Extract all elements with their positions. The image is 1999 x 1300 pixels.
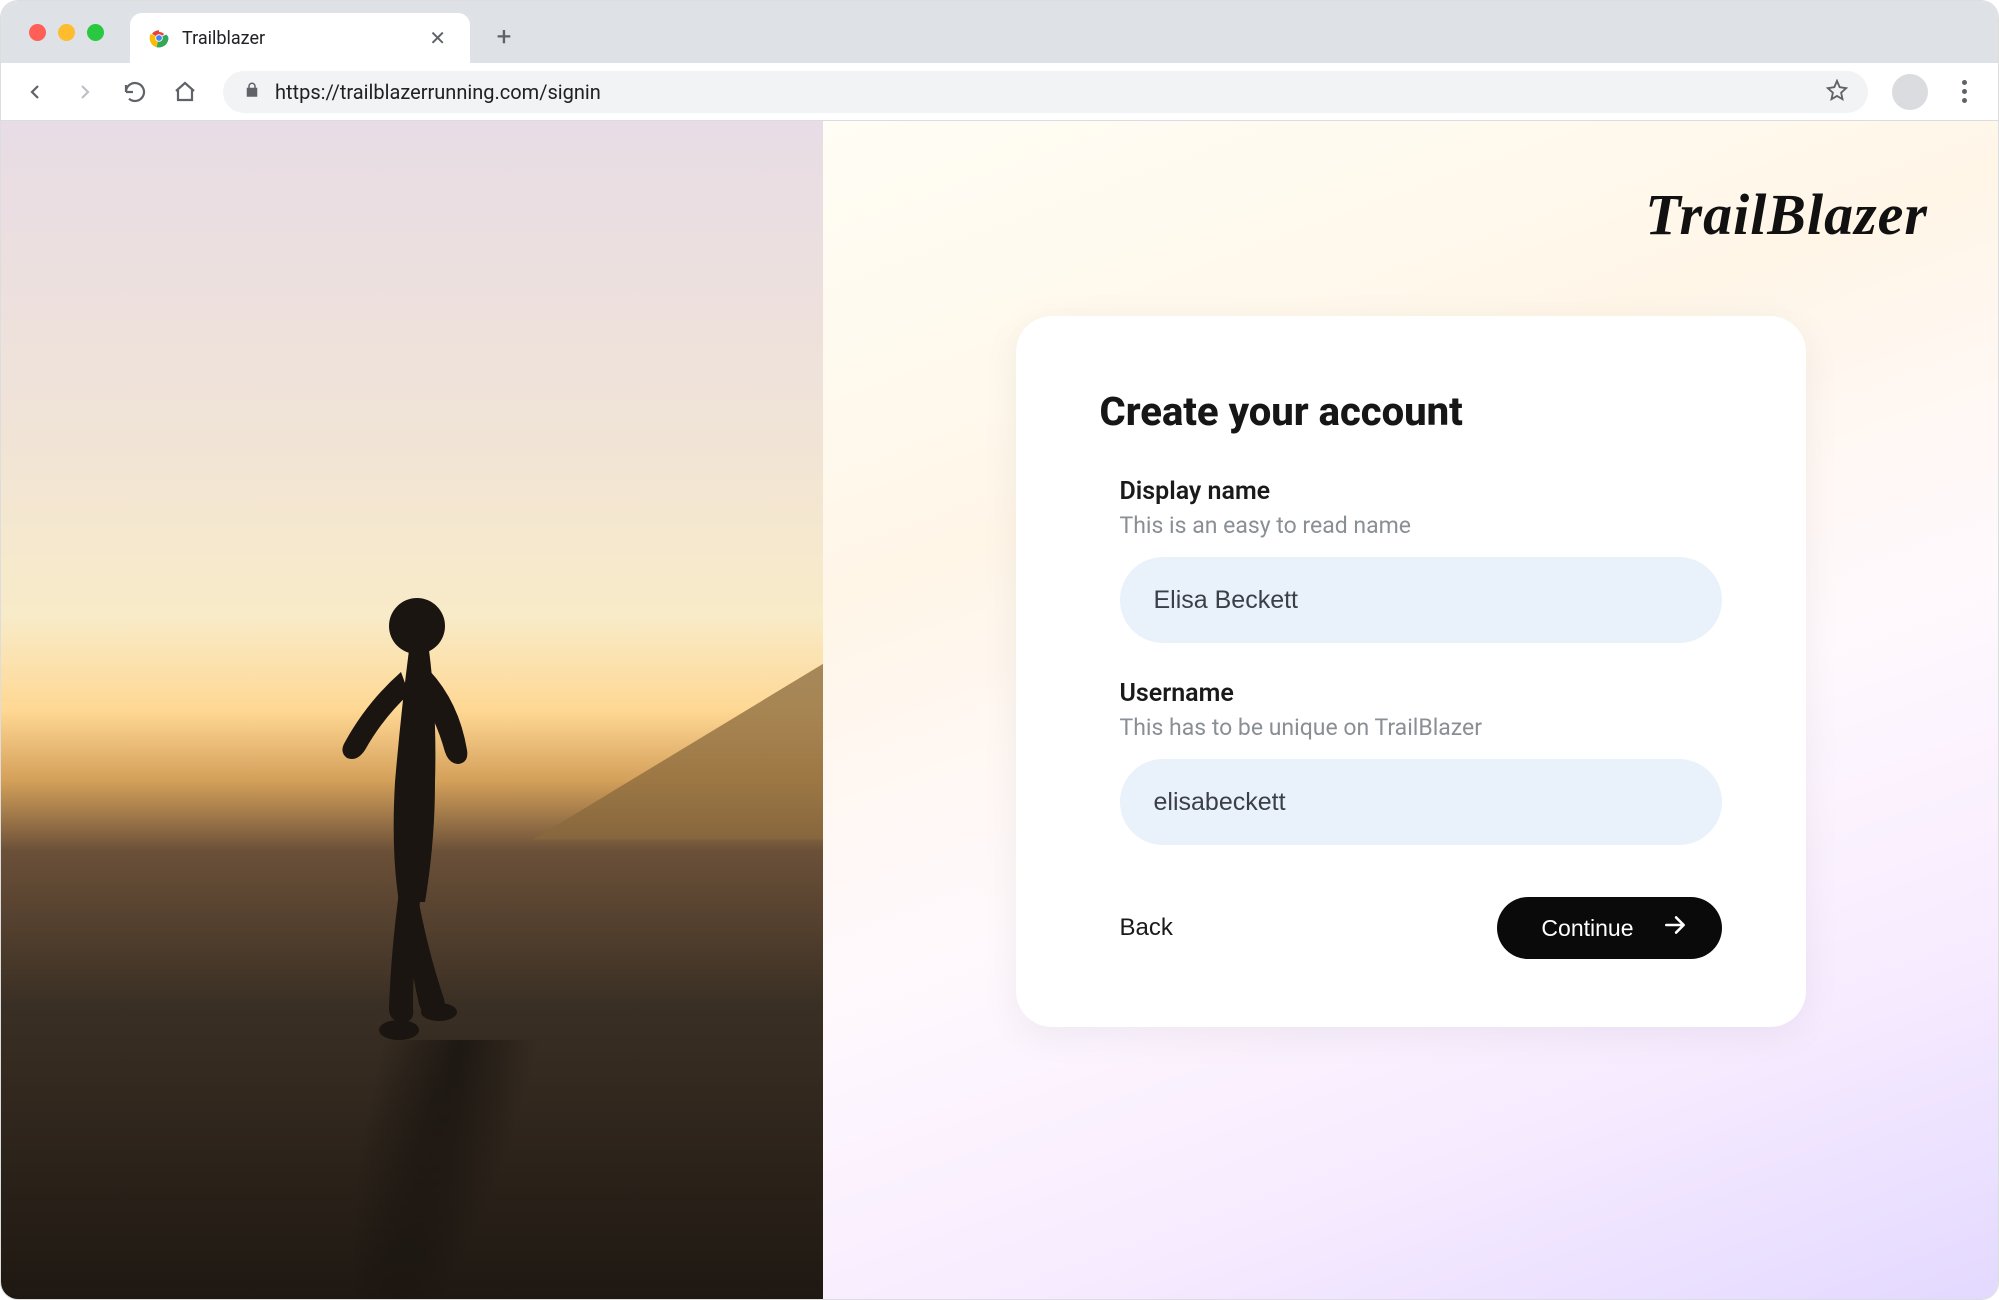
tab-title: Trailblazer [182,28,411,49]
kebab-icon [1962,80,1967,103]
browser-menu-button[interactable] [1944,72,1984,112]
profile-avatar-button[interactable] [1892,74,1928,110]
mountain-silhouette [533,640,823,840]
brand-logo: TrailBlazer [1645,181,1928,248]
close-tab-icon[interactable]: ✕ [423,22,452,54]
back-button[interactable] [15,72,55,112]
browser-tab[interactable]: Trailblazer ✕ [130,13,470,63]
continue-button[interactable]: Continue [1497,897,1721,959]
address-bar[interactable]: https://trailblazerrunning.com/signin [223,71,1868,113]
back-button[interactable]: Back [1120,914,1173,942]
url-text: https://trailblazerrunning.com/signin [275,80,1812,104]
form-actions: Back Continue [1100,897,1722,959]
signup-card: Create your account Display name This is… [1016,316,1806,1027]
bookmark-star-icon[interactable] [1826,79,1848,105]
tab-favicon-icon [148,27,170,49]
close-window-button[interactable] [29,24,46,41]
hero-image [1,121,823,1299]
window-controls [17,1,116,63]
display-name-hint: This is an easy to read name [1120,512,1722,539]
arrow-right-icon [1662,912,1688,944]
runner-shadow [302,1040,542,1299]
runner-silhouette [317,592,507,1052]
username-input[interactable] [1120,759,1722,845]
home-button[interactable] [165,72,205,112]
minimize-window-button[interactable] [58,24,75,41]
forward-button[interactable] [65,72,105,112]
lock-icon [243,81,261,103]
continue-label: Continue [1541,915,1633,942]
browser-toolbar: https://trailblazerrunning.com/signin [1,63,1998,121]
maximize-window-button[interactable] [87,24,104,41]
display-name-input[interactable] [1120,557,1722,643]
display-name-label: Display name [1120,477,1722,506]
form-pane: TrailBlazer Create your account Display … [823,121,1998,1299]
username-hint: This has to be unique on TrailBlazer [1120,714,1722,741]
new-tab-button[interactable]: + [484,17,524,57]
browser-window: Trailblazer ✕ + https://trailblazerrunni… [0,0,1999,1300]
display-name-group: Display name This is an easy to read nam… [1100,477,1722,643]
page-content: TrailBlazer Create your account Display … [1,121,1998,1299]
username-label: Username [1120,679,1722,708]
form-title: Create your account [1100,388,1722,435]
username-group: Username This has to be unique on TrailB… [1100,679,1722,845]
tab-bar: Trailblazer ✕ + [1,1,1998,63]
reload-button[interactable] [115,72,155,112]
